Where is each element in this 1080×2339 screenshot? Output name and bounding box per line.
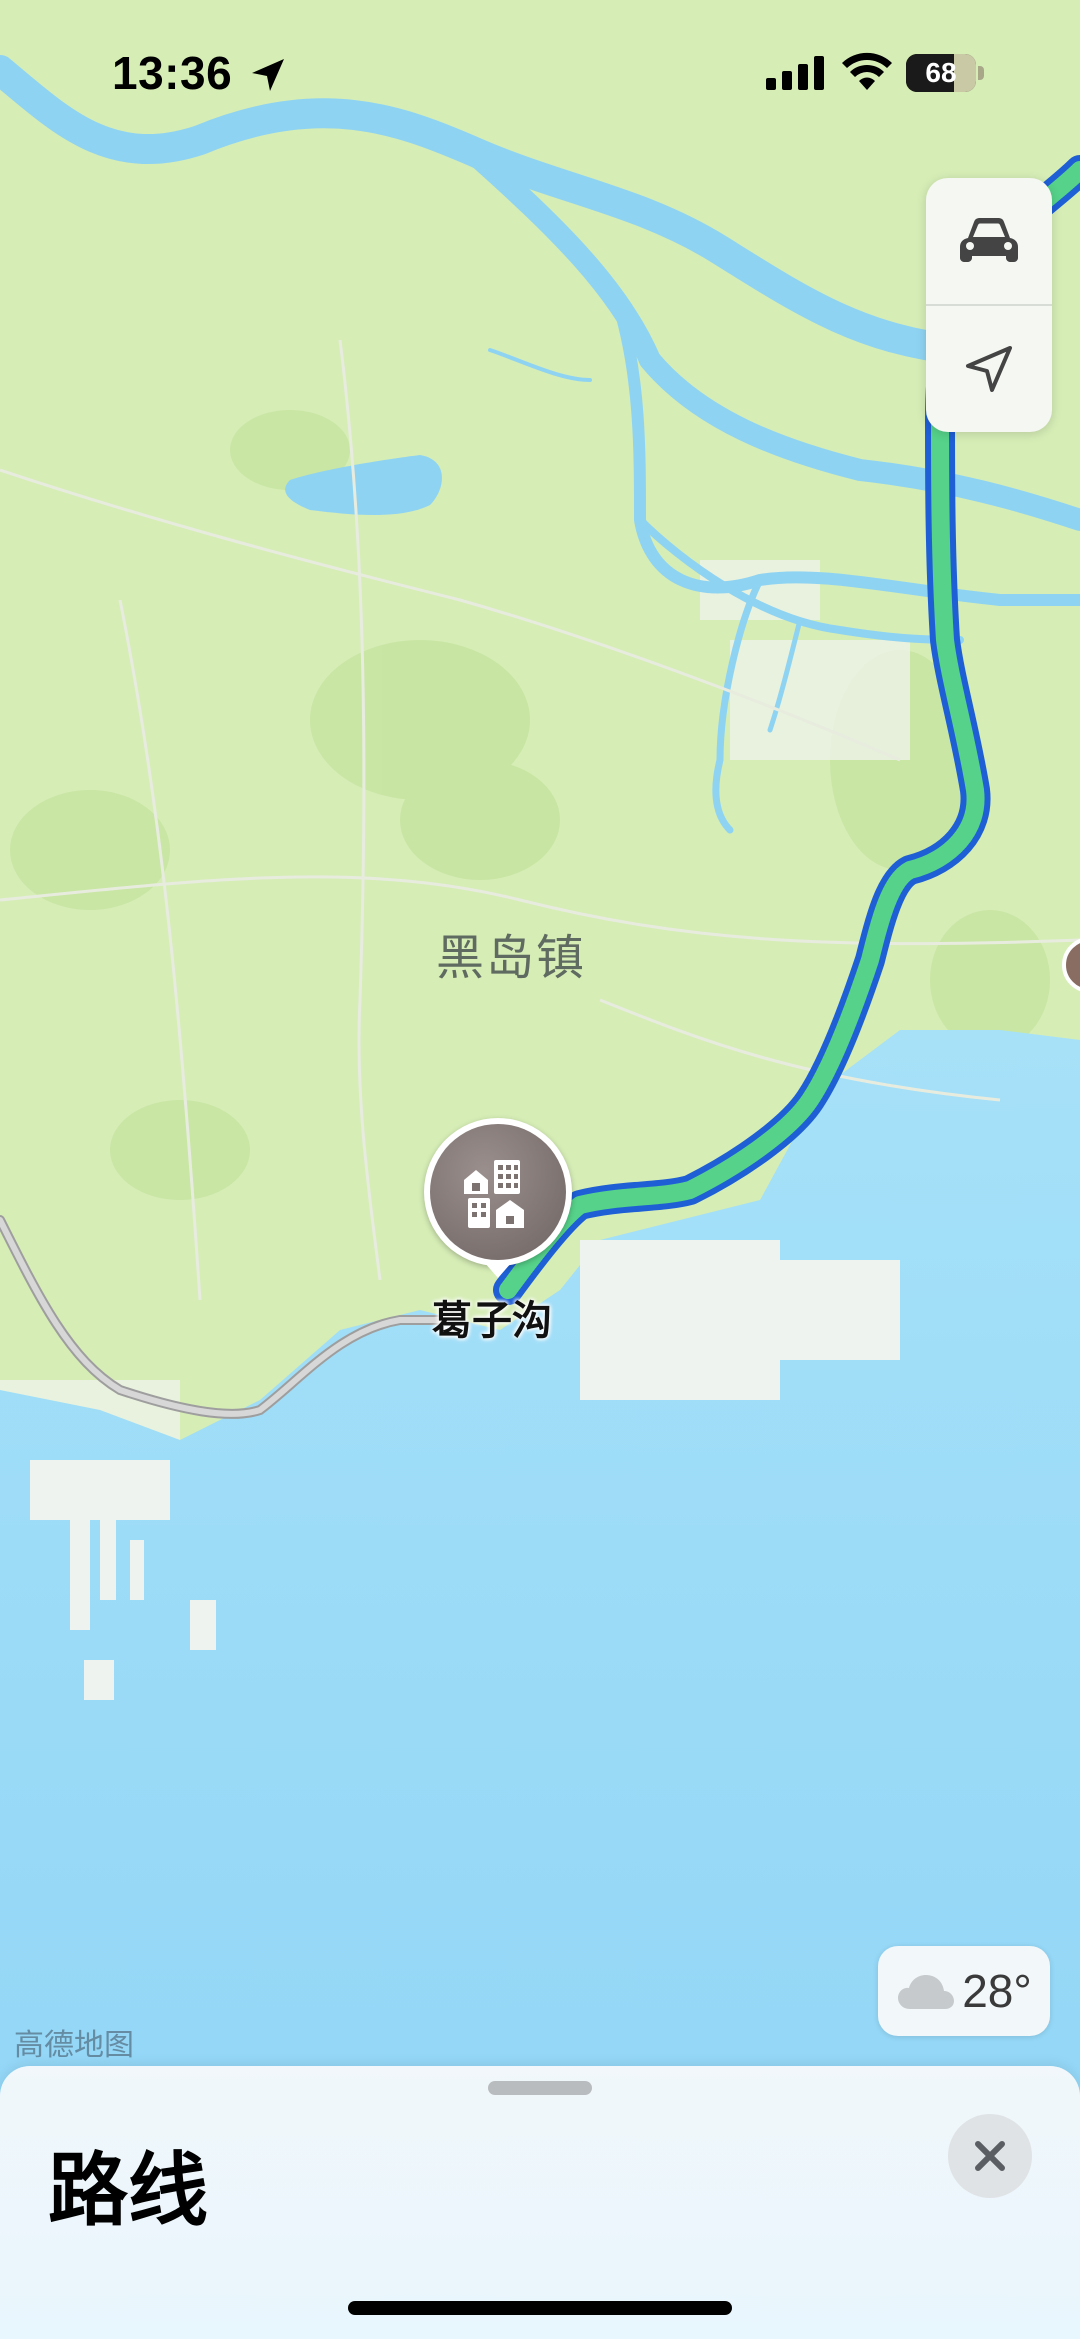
sheet-grabber[interactable] — [488, 2081, 592, 2095]
town-label[interactable]: 黑岛镇 — [436, 918, 586, 988]
map-attribution: 高德地图 — [14, 2029, 134, 2062]
battery-cap — [978, 66, 984, 80]
battery-level: 68 — [925, 57, 957, 88]
locate-me-button[interactable] — [926, 306, 1052, 432]
car-icon — [960, 218, 1018, 262]
weather-temperature: 28° — [962, 1965, 1032, 2017]
poi-marker[interactable] — [424, 1118, 572, 1266]
poi-marker-tail — [484, 1262, 512, 1278]
close-icon — [975, 2141, 1005, 2171]
close-button[interactable] — [948, 2114, 1032, 2198]
drive-mode-button[interactable] — [926, 178, 1052, 304]
home-indicator[interactable] — [348, 2301, 732, 2315]
status-time: 13:36 — [112, 47, 233, 99]
wifi-icon — [842, 52, 892, 90]
location-arrow-icon — [966, 346, 1012, 392]
route-sheet[interactable]: 路线 — [0, 2066, 1080, 2339]
buildings-icon — [464, 1160, 524, 1228]
map-controls — [926, 178, 1052, 432]
cloud-icon — [898, 1975, 955, 2009]
poi-label[interactable]: 葛子沟 — [432, 1288, 552, 1346]
battery-indicator: 68 — [906, 54, 984, 92]
weather-widget[interactable]: 28° — [878, 1946, 1050, 2036]
sheet-title: 路线 — [48, 2146, 208, 2235]
location-services-icon — [252, 59, 284, 91]
cellular-signal-icon — [766, 56, 824, 90]
status-bar: 13:36 68 — [0, 0, 1080, 140]
